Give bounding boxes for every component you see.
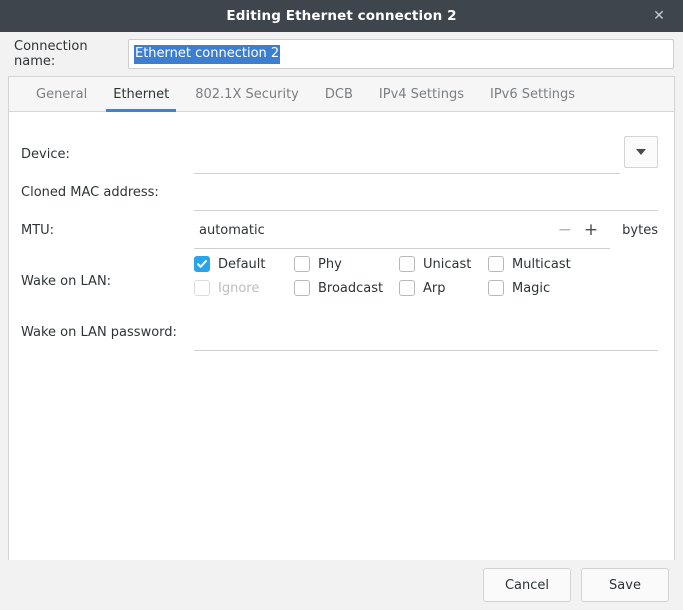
checkbox-box-icon [488,256,504,272]
cloned-mac-row: Cloned MAC address: [9,174,658,212]
checkmark-icon [194,256,210,272]
wake-on-lan-field: Default Phy Unicast Multicast Ignore Bro… [194,250,658,296]
checkbox-box-icon [488,280,504,296]
checkbox-box-icon [194,280,210,296]
mtu-label: MTU: [21,223,55,238]
tab-general[interactable]: General [23,77,100,111]
device-row: Device: [9,136,658,174]
save-button[interactable]: Save [581,568,669,602]
device-label: Device: [21,147,70,162]
close-icon[interactable]: ✕ [645,0,673,32]
title-bar: Editing Ethernet connection 2 ✕ [0,0,683,32]
mtu-unit-label: bytes [622,223,658,238]
device-combo-entry[interactable] [194,137,620,174]
checkbox-box-icon [399,280,415,296]
mtu-row: MTU: automatic − + bytes [9,212,658,250]
mtu-field: automatic − + bytes [194,212,658,249]
checkbox-ignore: Ignore [194,280,294,296]
checkbox-magic[interactable]: Magic [488,280,598,296]
checkbox-broadcast[interactable]: Broadcast [294,280,399,296]
cloned-mac-label: Cloned MAC address: [21,185,159,200]
device-field [194,136,658,174]
checkbox-unicast[interactable]: Unicast [399,256,488,272]
checkbox-phy-label: Phy [318,256,342,272]
plus-icon[interactable]: + [584,222,598,239]
mtu-stepper: − + [558,222,605,239]
checkbox-box-icon [399,256,415,272]
tab-ethernet[interactable]: Ethernet [100,77,182,112]
mtu-spinbutton[interactable]: automatic − + [194,212,611,249]
minus-icon[interactable]: − [558,222,572,239]
tab-dcb[interactable]: DCB [312,77,366,111]
wol-password-field [194,314,658,351]
cloned-mac-input[interactable] [194,174,658,211]
wake-on-lan-label: Wake on LAN: [21,274,112,289]
checkbox-arp-label: Arp [423,280,446,296]
cloned-mac-field [194,174,658,211]
wake-on-lan-row: Wake on LAN: Default Phy Unicast Multica… [9,250,658,314]
chevron-down-icon [636,149,646,155]
checkbox-magic-label: Magic [512,280,551,296]
checkbox-broadcast-label: Broadcast [318,280,384,296]
checkbox-unicast-label: Unicast [423,256,472,272]
connection-name-row: Connection name: Ethernet connection 2 [0,32,683,76]
connection-name-value: Ethernet connection 2 [134,44,281,64]
checkbox-ignore-label: Ignore [218,280,260,296]
checkbox-box-icon [294,256,310,272]
wol-password-input[interactable] [194,314,658,351]
checkbox-multicast[interactable]: Multicast [488,256,598,272]
tab-bar: General Ethernet 802.1X Security DCB IPv… [9,77,674,112]
checkbox-multicast-label: Multicast [512,256,571,272]
connection-name-input[interactable]: Ethernet connection 2 [128,39,674,69]
settings-notebook: General Ethernet 802.1X Security DCB IPv… [8,76,675,560]
cancel-button[interactable]: Cancel [483,568,571,602]
tab-ipv4-settings[interactable]: IPv4 Settings [366,77,477,111]
checkbox-arp[interactable]: Arp [399,280,488,296]
device-dropdown-button[interactable] [624,136,658,168]
ethernet-tab-page: Device: Cloned MAC address: MTU: automat… [9,112,674,560]
checkbox-box-icon [294,280,310,296]
connection-name-label: Connection name: [14,39,88,69]
editing-connection-dialog: Editing Ethernet connection 2 ✕ Connecti… [0,0,683,610]
dialog-footer: Cancel Save [0,560,683,610]
checkbox-default[interactable]: Default [194,256,294,272]
checkbox-default-label: Default [218,256,266,272]
checkbox-phy[interactable]: Phy [294,256,399,272]
mtu-value: automatic [199,222,265,238]
tab-8021x-security[interactable]: 802.1X Security [182,77,312,111]
wol-password-row: Wake on LAN password: [9,314,658,352]
window-title: Editing Ethernet connection 2 [226,8,457,24]
tab-ipv6-settings[interactable]: IPv6 Settings [477,77,588,111]
wake-on-lan-options: Default Phy Unicast Multicast Ignore Bro… [194,250,658,296]
wol-password-label: Wake on LAN password: [21,325,177,340]
